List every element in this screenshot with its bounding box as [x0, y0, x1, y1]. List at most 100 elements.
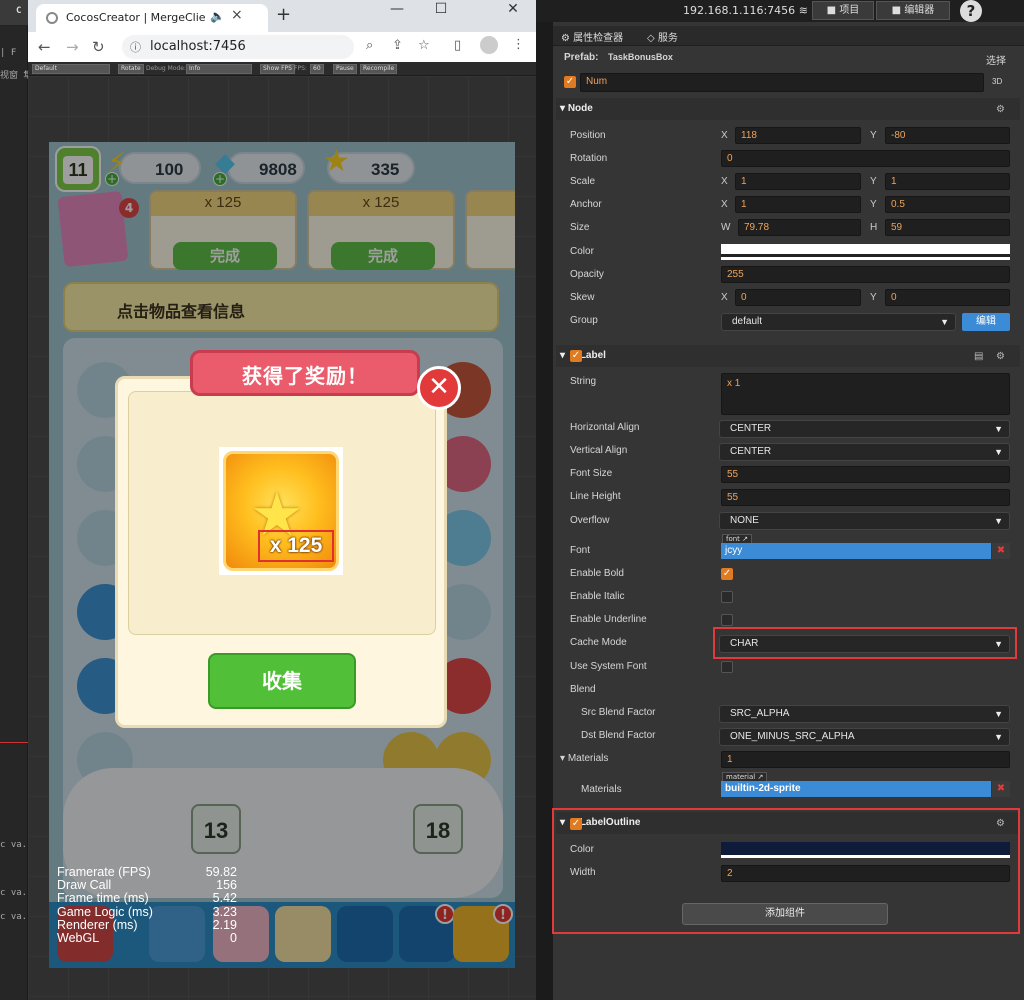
close-window-button[interactable]: ✕ — [496, 0, 530, 24]
node-active-checkbox[interactable]: ✓ — [564, 76, 576, 88]
overflow-select[interactable]: NONE ▼ — [719, 512, 1010, 530]
skew-y-input[interactable]: 0 — [885, 289, 1010, 306]
recompile-button[interactable]: Recompile — [360, 64, 398, 74]
size-h-input[interactable]: 59 — [885, 219, 1010, 236]
rotation-input[interactable]: 0 — [721, 150, 1010, 167]
position-y-input[interactable]: -80 — [885, 127, 1010, 144]
pause-button[interactable]: Pause — [333, 64, 357, 74]
size-label: Size — [570, 222, 590, 233]
speaker-icon[interactable]: 🔈 — [210, 9, 225, 23]
size-w-input[interactable]: 79.78 — [738, 219, 861, 236]
group-select[interactable]: default ▼ — [721, 313, 956, 331]
cache-mode-select[interactable]: CHAR ▼ — [719, 635, 1010, 653]
outline-width-label: Width — [570, 867, 596, 878]
v-align-select[interactable]: CENTER ▼ — [719, 443, 1010, 461]
axis-w-label: W — [721, 222, 731, 233]
src-blend-value: SRC_ALPHA — [730, 708, 790, 719]
line-height-input[interactable]: 55 — [721, 489, 1010, 506]
color-swatch[interactable] — [721, 244, 1010, 260]
enable-underline-checkbox[interactable] — [721, 614, 733, 626]
skew-x-input[interactable]: 0 — [735, 289, 861, 306]
node-gear-icon[interactable]: ⚙ — [996, 104, 1005, 115]
zoom-icon[interactable]: ⌕ — [366, 38, 373, 53]
address-bar[interactable]: ⓘ localhost:7456 — [122, 35, 354, 59]
label-section-header[interactable]: ▾ Label — [556, 345, 1020, 367]
help-button[interactable]: ? — [960, 0, 982, 22]
node-section-header[interactable]: ▾ Node — [556, 98, 1020, 120]
h-align-label: Horizontal Align — [570, 422, 640, 433]
bookmark-star-icon[interactable]: ☆ — [418, 38, 430, 53]
profile-avatar-icon[interactable] — [480, 36, 498, 54]
opacity-input[interactable]: 255 — [721, 266, 1010, 283]
tab-services[interactable]: ◇ 服务 — [647, 29, 678, 44]
materials-expand[interactable]: ▾ Materials — [560, 753, 608, 764]
fps-input[interactable]: 60 — [310, 64, 324, 74]
edit-group-button[interactable]: 编辑 — [962, 313, 1010, 331]
maximize-button[interactable]: ☐ — [424, 0, 458, 24]
popup-title-ribbon: 获得了奖励！ — [190, 350, 420, 396]
use-system-font-label: Use System Font — [570, 661, 647, 672]
label-gear-icon[interactable]: ⚙ — [996, 351, 1005, 362]
new-tab-icon[interactable]: + — [276, 4, 291, 25]
string-textarea[interactable]: x 1 — [721, 373, 1010, 415]
outline-width-input[interactable]: 2 — [721, 865, 1010, 882]
close-popup-button[interactable]: ✕ — [417, 366, 461, 410]
label-enabled-checkbox[interactable]: ✓ — [570, 350, 582, 362]
select-prefab-link[interactable]: 选择 — [986, 52, 1006, 67]
tab-services-label: 服务 — [657, 33, 678, 44]
mode-3d-toggle[interactable]: 3D — [992, 77, 1002, 86]
anchor-x-input[interactable]: 1 — [735, 196, 861, 213]
scale-x-input[interactable]: 1 — [735, 173, 861, 190]
stat-value: 3.23 — [212, 904, 237, 919]
reload-icon[interactable]: ↻ — [92, 38, 105, 56]
materials-count-input[interactable]: 1 — [721, 751, 1010, 768]
font-asset-field[interactable]: jcyy — [721, 543, 991, 559]
h-align-select[interactable]: CENTER ▼ — [719, 420, 1010, 438]
outline-section-header[interactable]: ▾ LabelOutline — [556, 812, 1020, 834]
dst-blend-select[interactable]: ONE_MINUS_SRC_ALPHA ▼ — [719, 728, 1010, 746]
remove-font-button[interactable]: ✖ — [992, 543, 1010, 559]
use-system-font-checkbox[interactable] — [721, 661, 733, 673]
outline-gear-icon[interactable]: ⚙ — [996, 818, 1005, 829]
tab-close-icon[interactable]: × — [231, 7, 243, 23]
sidepanel-icon[interactable]: ▯ — [454, 38, 461, 53]
enable-italic-checkbox[interactable] — [721, 591, 733, 603]
rotate-button[interactable]: Rotate — [118, 64, 144, 74]
remove-material-button[interactable]: ✖ — [992, 781, 1010, 797]
browser-tab[interactable]: CocosCreator | MergeClien 🔈 × — [36, 4, 268, 32]
menu-kebab-icon[interactable]: ⋮ — [512, 37, 525, 52]
show-fps-button[interactable]: Show FPS — [260, 64, 295, 74]
minimize-button[interactable]: — — [380, 0, 414, 24]
font-size-input[interactable]: 55 — [721, 466, 1010, 483]
forward-icon[interactable]: → — [66, 38, 79, 56]
device-select[interactable]: Default — [32, 64, 110, 74]
collect-button[interactable]: 收集 — [208, 653, 356, 709]
debug-mode-select[interactable]: Info — [186, 64, 252, 74]
material-asset-field[interactable]: builtin-2d-sprite — [721, 781, 991, 797]
outline-enabled-checkbox[interactable]: ✓ — [570, 818, 582, 830]
editor-button[interactable]: ■ 编辑器 — [876, 1, 950, 20]
src-blend-select[interactable]: SRC_ALPHA ▼ — [719, 705, 1010, 723]
back-icon[interactable]: ← — [38, 38, 51, 56]
strip-snippet: c va. — [0, 912, 28, 922]
inspector-tabs: ⚙ 属性检查器 ◇ 服务 — [553, 26, 1024, 46]
site-info-icon[interactable]: ⓘ — [130, 39, 141, 55]
scale-y-input[interactable]: 1 — [885, 173, 1010, 190]
book-icon[interactable]: ▤ — [974, 351, 983, 362]
url-text[interactable]: localhost:7456 — [150, 39, 246, 54]
dropdown-caret-icon: ▼ — [994, 732, 1003, 742]
project-button[interactable]: ■ 项目 — [812, 1, 874, 20]
opacity-label: Opacity — [570, 269, 604, 280]
outline-color-swatch[interactable] — [721, 842, 1010, 858]
enable-bold-checkbox[interactable]: ✓ — [721, 568, 733, 580]
tab-inspector[interactable]: ⚙ 属性检查器 — [561, 29, 623, 44]
share-icon[interactable]: ⇪ — [392, 38, 403, 53]
node-name-input[interactable]: Num — [580, 73, 984, 92]
add-component-button[interactable]: 添加组件 — [682, 903, 888, 925]
axis-x-label: X — [721, 176, 728, 187]
prefab-name: TaskBonusBox — [608, 52, 673, 62]
anchor-y-input[interactable]: 0.5 — [885, 196, 1010, 213]
panel-splitter[interactable] — [536, 22, 553, 1000]
position-x-input[interactable]: 118 — [735, 127, 861, 144]
outline-section-title: LabelOutline — [579, 817, 641, 828]
